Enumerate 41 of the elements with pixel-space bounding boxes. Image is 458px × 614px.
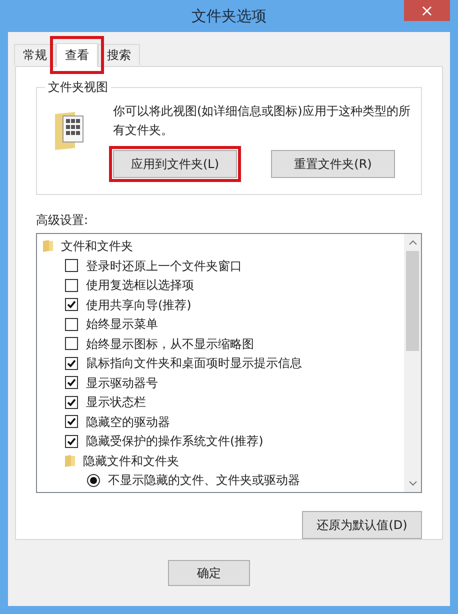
scroll-down-icon[interactable]: [408, 481, 416, 486]
setting-label: 显示状态栏: [86, 394, 146, 412]
checkbox[interactable]: [65, 298, 78, 312]
checkbox[interactable]: [65, 259, 78, 272]
checkbox[interactable]: [65, 318, 78, 331]
section-label: 高级设置:: [36, 212, 90, 230]
setting-label: 隐藏文件和文件夹: [83, 452, 179, 470]
group-title: 文件夹视图: [45, 79, 111, 95]
tab[interactable]: 查看: [56, 42, 98, 66]
radio-button[interactable]: [87, 474, 100, 487]
setting-label: 使用共享向导(推荐): [86, 296, 192, 314]
setting-label: 不显示隐藏的文件、文件夹或驱动器: [108, 472, 300, 490]
scrollbar[interactable]: [404, 234, 421, 492]
setting-label: 文件和文件夹: [61, 238, 133, 256]
setting-label: 始终显示菜单: [86, 316, 158, 334]
setting-label: 隐藏空的驱动器: [86, 414, 170, 431]
description: 你可以将此视图(如详细信息或图标)应用于这种类型的所有文件夹。: [113, 103, 412, 139]
checkbox[interactable]: [65, 396, 78, 409]
button[interactable]: 应用到文件夹(L): [113, 150, 237, 178]
scroll-up-icon[interactable]: [408, 240, 416, 246]
setting-label: 鼠标指向文件夹和桌面项时显示提示信息: [86, 355, 302, 372]
setting-label: 使用复选框以选择项: [86, 277, 194, 294]
folder-icon: [43, 240, 53, 252]
button[interactable]: 重置文件夹(R): [271, 150, 395, 178]
setting-label: 始终显示图标，从不显示缩略图: [86, 336, 254, 353]
restore-defaults-button[interactable]: 还原为默认值(D): [302, 511, 422, 539]
tab[interactable]: 常规: [14, 44, 56, 65]
ok-button[interactable]: 确定: [168, 560, 250, 586]
checkbox[interactable]: [65, 415, 78, 428]
setting-label: 隐藏受保护的操作系统文件(推荐): [86, 433, 264, 450]
checkbox[interactable]: [65, 337, 78, 350]
close-button[interactable]: ×: [404, 0, 450, 21]
checkbox[interactable]: [65, 376, 78, 390]
setting-label: 显示驱动器号: [86, 374, 158, 392]
checkbox[interactable]: [65, 434, 78, 448]
window-title: 文件夹选项: [192, 6, 266, 27]
checkbox[interactable]: [65, 356, 78, 370]
setting-label: 登录时还原上一个文件夹窗口: [86, 258, 242, 275]
tab[interactable]: 搜索: [98, 44, 140, 65]
folder-icon: [65, 454, 75, 467]
checkbox[interactable]: [65, 278, 78, 292]
